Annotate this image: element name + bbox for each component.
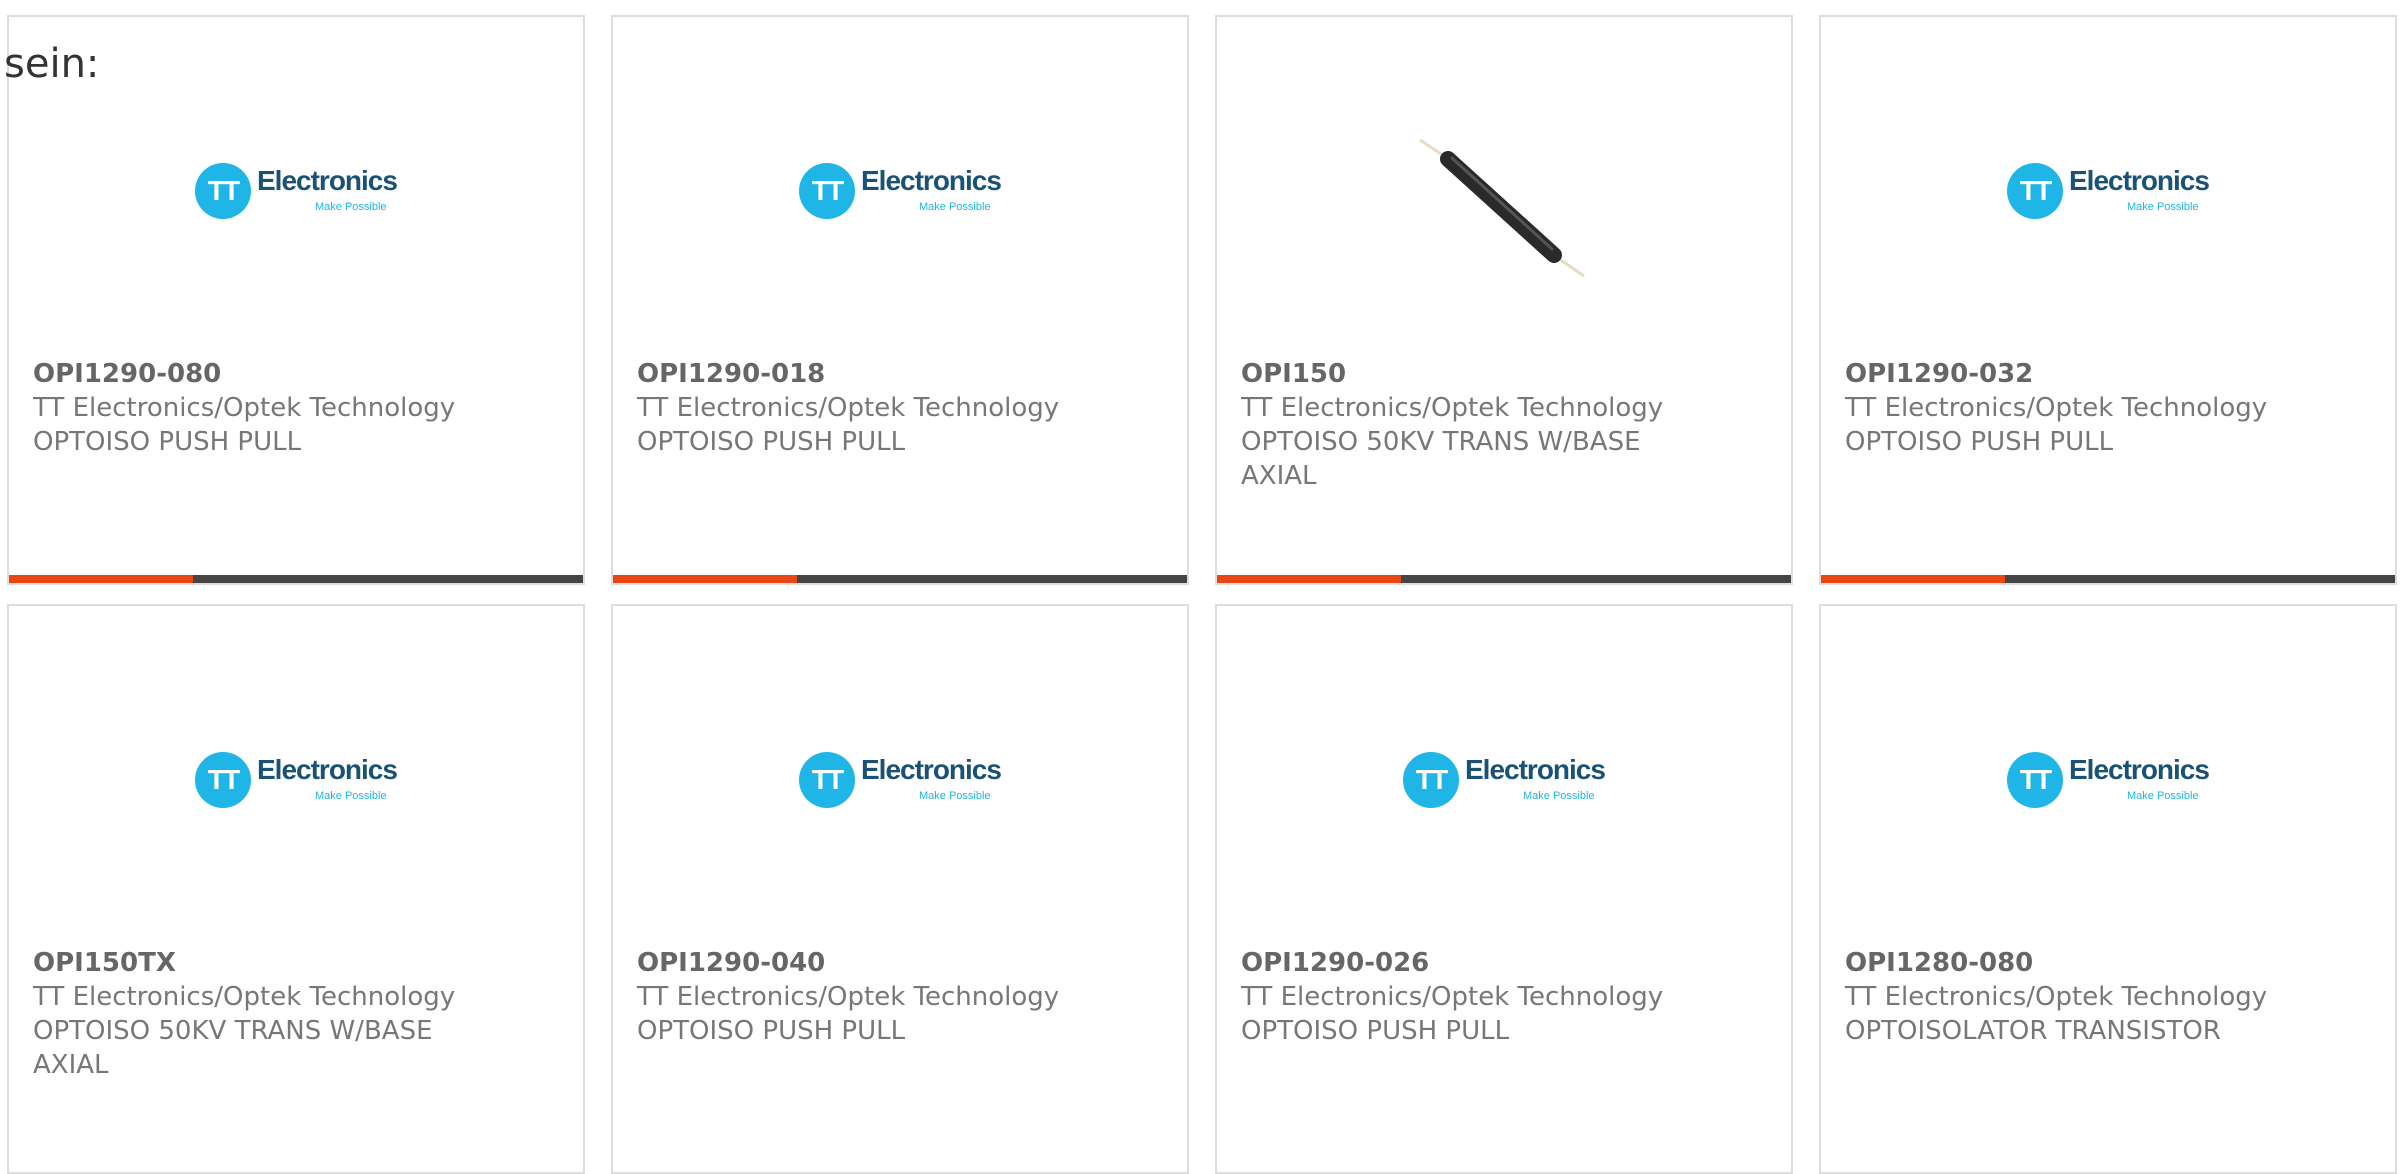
card-accent-segment (9, 575, 193, 583)
product-card[interactable]: TT Electronics Make Possible OPI1290-080… (7, 15, 585, 585)
manufacturer-name: TT Electronics/Optek Technology (1845, 982, 2268, 1012)
product-card[interactable]: OPI150 TT Electronics/Optek Technology O… (1215, 15, 1793, 585)
card-bottom-bar (1821, 575, 2395, 583)
product-image[interactable]: TT Electronics Make Possible (1217, 606, 1791, 906)
card-accent-segment (613, 575, 797, 583)
tt-electronics-logo: TT Electronics Make Possible (195, 159, 405, 221)
product-description: OPTOISO PUSH PULL (1845, 427, 2114, 457)
product-description: OPTOISO PUSH PULL (1241, 1016, 1510, 1046)
card-bottom-bar (9, 575, 583, 583)
product-image[interactable]: TT Electronics Make Possible (9, 606, 583, 906)
product-description: OPTOISO PUSH PULL (637, 427, 906, 457)
manufacturer-name: TT Electronics/Optek Technology (637, 393, 1060, 423)
card-bottom-bar (613, 575, 1187, 583)
product-card[interactable]: TT Electronics Make Possible OPI1290-018… (611, 15, 1189, 585)
tt-electronics-logo: TT Electronics Make Possible (2007, 748, 2217, 810)
axial-component-photo (1419, 138, 1585, 278)
product-image[interactable]: TT Electronics Make Possible (1821, 606, 2395, 906)
card-bottom-bar (1217, 575, 1791, 583)
part-number-link[interactable]: OPI1280-080 (1845, 946, 2365, 980)
section-heading-fragment: sein: (4, 41, 100, 87)
product-image[interactable] (1217, 17, 1791, 317)
part-number-link[interactable]: OPI1290-032 (1845, 357, 2365, 391)
part-number-link[interactable]: OPI1290-018 (637, 357, 1157, 391)
part-number-link[interactable]: OPI150TX (33, 946, 553, 980)
product-card[interactable]: TT Electronics Make Possible OPI150TX TT… (7, 604, 585, 1174)
part-number-link[interactable]: OPI150 (1241, 357, 1761, 391)
manufacturer-name: TT Electronics/Optek Technology (637, 982, 1060, 1012)
tt-electronics-logo: TT Electronics Make Possible (1403, 748, 1613, 810)
manufacturer-name: TT Electronics/Optek Technology (1845, 393, 2268, 423)
tt-electronics-logo: TT Electronics Make Possible (2007, 159, 2217, 221)
part-number-link[interactable]: OPI1290-080 (33, 357, 553, 391)
manufacturer-name: TT Electronics/Optek Technology (33, 393, 456, 423)
tt-electronics-logo: TT Electronics Make Possible (799, 159, 1009, 221)
product-card[interactable]: TT Electronics Make Possible OPI1290-032… (1819, 15, 2397, 585)
tt-electronics-logo: TT Electronics Make Possible (195, 748, 405, 810)
card-accent-segment (1821, 575, 2005, 583)
product-image[interactable]: TT Electronics Make Possible (1821, 17, 2395, 317)
product-card[interactable]: TT Electronics Make Possible OPI1290-040… (611, 604, 1189, 1174)
product-description: OPTOISO PUSH PULL (33, 427, 302, 457)
tt-electronics-logo: TT Electronics Make Possible (799, 748, 1009, 810)
manufacturer-name: TT Electronics/Optek Technology (33, 982, 456, 1012)
product-card[interactable]: TT Electronics Make Possible OPI1290-026… (1215, 604, 1793, 1174)
product-image[interactable]: TT Electronics Make Possible (613, 17, 1187, 317)
manufacturer-name: TT Electronics/Optek Technology (1241, 393, 1664, 423)
part-number-link[interactable]: OPI1290-026 (1241, 946, 1761, 980)
product-description: OPTOISOLATOR TRANSISTOR (1845, 1016, 2221, 1046)
product-card[interactable]: TT Electronics Make Possible OPI1280-080… (1819, 604, 2397, 1174)
product-description: OPTOISO 50KV TRANS W/BASE AXIAL (1241, 427, 1641, 491)
product-description: OPTOISO PUSH PULL (637, 1016, 906, 1046)
manufacturer-name: TT Electronics/Optek Technology (1241, 982, 1664, 1012)
product-image[interactable]: TT Electronics Make Possible (613, 606, 1187, 906)
product-description: OPTOISO 50KV TRANS W/BASE AXIAL (33, 1016, 433, 1080)
part-number-link[interactable]: OPI1290-040 (637, 946, 1157, 980)
card-accent-segment (1217, 575, 1401, 583)
